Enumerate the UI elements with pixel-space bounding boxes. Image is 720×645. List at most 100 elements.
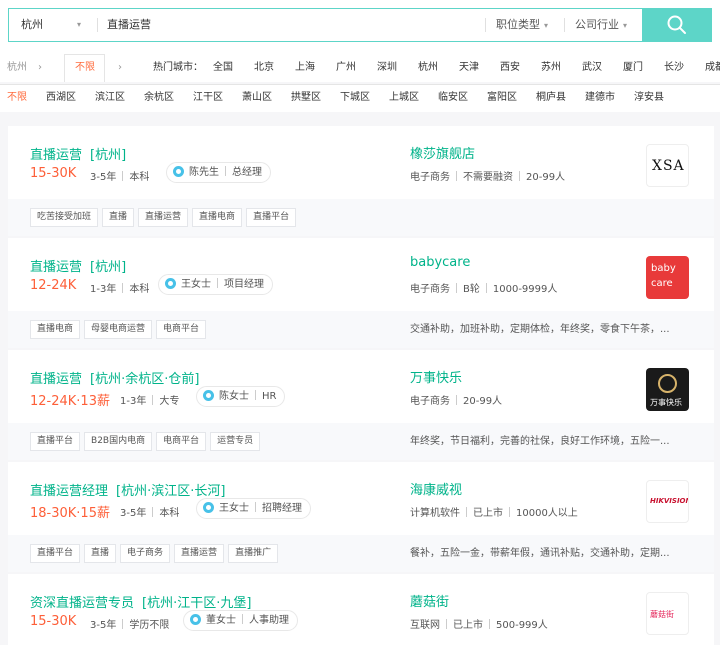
job-location: [杭州·余杭区·仓前] [90,372,200,387]
district-link[interactable]: 上城区 [389,85,419,111]
city-link[interactable]: 成都 [705,54,720,82]
job-card-main: 直播运营经理 [杭州·滨江区·长河] 18-30K·15薪 3-5年 本科 王女士 招… [8,462,714,535]
job-title-text: 资深直播运营专员 [30,596,135,611]
recruiter-chip[interactable]: 陈女士 HR [196,386,286,407]
job-card[interactable]: 直播运营 [杭州·余杭区·仓前] 12-24K·13薪 1-3年 大专 陈女士 HR … [8,350,714,460]
job-card-main: 资深直播运营专员 [杭州·江干区·九堡] 15-30K 3-5年 学历不限 董女士 人… [8,574,714,645]
job-card[interactable]: 直播运营 [杭州] 12-24K 1-3年 本科 王女士 项目经理 babycare … [8,238,714,348]
district-link[interactable]: 江干区 [193,85,223,111]
district-link[interactable]: 淳安县 [634,85,664,111]
company-size: 20-99人 [463,396,503,407]
company-logo[interactable]: 万事快乐 [646,368,689,411]
city-link[interactable]: 厦门 [623,54,643,82]
job-title[interactable]: 直播运营 [杭州] [30,256,126,275]
job-tag: 电商平台 [156,320,207,339]
city-link[interactable]: 全国 [213,54,233,82]
company-funding: 已上市 [453,620,483,631]
chevron-right-icon: › [118,62,122,73]
job-tag: 直播平台 [30,544,81,563]
district-link[interactable]: 建德市 [585,85,615,111]
job-title-text: 直播运营 [30,372,83,387]
hot-cities-label: 热门城市： [153,62,203,73]
job-salary: 15-30K [30,614,77,629]
job-title[interactable]: 资深直播运营专员 [杭州·江干区·九堡] [30,592,251,611]
company-name[interactable]: 万事快乐 [410,367,462,386]
company-industry: 计算机软件 [410,508,460,519]
city-link[interactable]: 北京 [254,54,274,82]
company-logo[interactable]: HIKVISION [646,480,689,523]
company-logo-text: care [651,278,673,289]
recruiter-role: 总经理 [232,167,262,178]
job-title-text: 直播运营 [30,260,83,275]
job-tag: 直播平台 [30,432,81,451]
job-salary: 12-24K [30,278,77,293]
search-button[interactable] [642,8,712,42]
city-link[interactable]: 苏州 [541,54,561,82]
company-logo[interactable]: XSA [646,144,689,187]
company-funding: 已上市 [473,508,503,519]
company-meta: 电子商务 不需要融资 20-99人 [410,168,565,183]
district-link[interactable]: 临安区 [438,85,468,111]
recruiter-role: 人事助理 [249,615,289,626]
job-tag: 电子商务 [120,544,171,563]
district-link[interactable]: 滨江区 [95,85,125,111]
job-title[interactable]: 直播运营经理 [杭州·滨江区·长河] [30,480,225,499]
job-tag: 直播 [84,544,117,563]
city-link[interactable]: 深圳 [377,54,397,82]
recruiter-chip[interactable]: 董女士 人事助理 [183,610,298,631]
company-logo[interactable]: baby care [646,256,689,299]
city-link[interactable]: 西安 [500,54,520,82]
city-link[interactable]: 武汉 [582,54,602,82]
company-name[interactable]: 橡莎旗舰店 [410,143,475,162]
job-card[interactable]: 资深直播运营专员 [杭州·江干区·九堡] 15-30K 3-5年 学历不限 董女士 人… [8,574,714,645]
job-card[interactable]: 直播运营 [杭州] 15-30K 3-5年 本科 陈先生 总经理 橡莎旗舰店 电子商务… [8,126,714,236]
district-link[interactable]: 萧山区 [242,85,272,111]
district-link[interactable]: 拱墅区 [291,85,321,111]
city-unlimited[interactable]: 不限 [75,54,95,82]
recruiter-role: HR [262,391,277,402]
industry-select[interactable]: 公司行业 ▾ [575,9,627,41]
job-tag: 直播运营 [174,544,225,563]
district-link[interactable]: 不限 [7,85,27,111]
job-title[interactable]: 直播运营 [杭州] [30,144,126,163]
recruiter-chip[interactable]: 陈先生 总经理 [166,162,271,183]
search-input[interactable]: 直播运营 [107,9,151,41]
district-link[interactable]: 西湖区 [46,85,76,111]
company-name[interactable]: babycare [410,255,470,270]
company-name[interactable]: 蘑菇街 [410,591,449,610]
chevron-down-icon: ▾ [544,21,549,30]
job-experience: 1-3年 [90,284,117,295]
district-link[interactable]: 桐庐县 [536,85,566,111]
company-logo[interactable]: 蘑菇街 [646,592,689,635]
district-link[interactable]: 下城区 [340,85,370,111]
chat-icon [173,166,184,177]
job-card-main: 直播运营 [杭州] 12-24K 1-3年 本科 王女士 项目经理 babycare … [8,238,714,311]
company-funding: B轮 [463,284,480,295]
recruiter-chip[interactable]: 王女士 项目经理 [158,274,273,295]
company-industry: 电子商务 [410,172,450,183]
divider [97,18,98,32]
recruiter-chip[interactable]: 王女士 招聘经理 [196,498,311,519]
city-link[interactable]: 杭州 [418,54,438,82]
chevron-right-icon: › [38,62,42,73]
position-type-select[interactable]: 职位类型 ▾ [496,9,548,41]
company-logo-text: XSA [652,158,685,174]
company-benefits: 交通补助，加班补助，定期体检，年终奖，零食下午茶，... [410,324,670,335]
job-title-text: 直播运营 [30,148,83,163]
job-location: [杭州] [90,260,127,275]
job-location: [杭州·滨江区·长河] [116,484,226,499]
city-link[interactable]: 长沙 [664,54,684,82]
city-link[interactable]: 天津 [459,54,479,82]
city-link[interactable]: 上海 [295,54,315,82]
city-select[interactable]: 杭州 ▾ [9,9,97,41]
district-link[interactable]: 余杭区 [144,85,174,111]
district-link[interactable]: 富阳区 [487,85,517,111]
job-tags: 直播平台 直播 电子商务 直播运营 直播推广 [30,544,282,563]
company-size: 500-999人 [496,620,548,631]
company-name[interactable]: 海康威视 [410,479,462,498]
job-title[interactable]: 直播运营 [杭州·余杭区·仓前] [30,368,199,387]
job-tags: 直播平台 B2B国内电商 电商平台 运营专员 [30,432,264,451]
city-link[interactable]: 广州 [336,54,356,82]
current-city[interactable]: 杭州 [7,54,27,82]
job-card[interactable]: 直播运营经理 [杭州·滨江区·长河] 18-30K·15薪 3-5年 本科 王女士 招… [8,462,714,572]
